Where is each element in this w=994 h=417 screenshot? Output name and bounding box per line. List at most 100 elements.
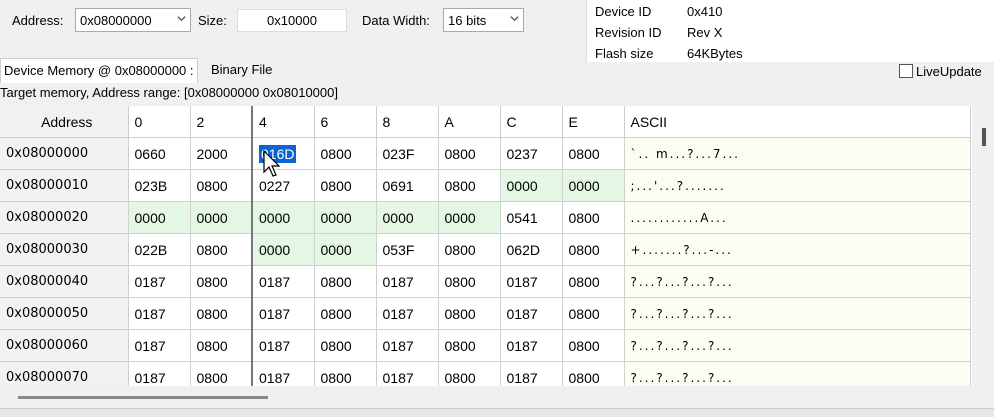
live-update-checkbox[interactable]: LiveUpdate bbox=[899, 64, 982, 79]
memory-cell[interactable]: 0187 bbox=[500, 329, 563, 362]
memory-cell[interactable]: 0000 bbox=[314, 233, 377, 266]
column-header[interactable]: 2 bbox=[190, 106, 253, 138]
table-row[interactable]: 0x08000030 022B 0800 0000 0000 053F 0800 062D 08… bbox=[0, 233, 971, 266]
memory-cell[interactable]: 0800 bbox=[190, 329, 253, 362]
column-header[interactable]: C bbox=[500, 106, 563, 138]
ascii-cell[interactable]: ............A... bbox=[624, 201, 971, 234]
memory-cell[interactable]: 0800 bbox=[438, 137, 501, 170]
ascii-cell[interactable]: ?...?...?...?... bbox=[624, 265, 971, 298]
table-row[interactable]: 0x08000000 0660 2000 016D 0800 023F 0800 0237 08… bbox=[0, 137, 971, 170]
horizontal-scrollbar[interactable] bbox=[0, 388, 976, 406]
address-combobox[interactable]: 0x08000000 bbox=[75, 8, 191, 32]
memory-cell[interactable]: 0187 bbox=[376, 265, 439, 298]
column-header[interactable]: 4 bbox=[251, 106, 315, 138]
memory-cell[interactable]: 0187 bbox=[500, 265, 563, 298]
data-width-combobox[interactable]: 16 bits bbox=[443, 8, 524, 32]
memory-cell[interactable]: 0800 bbox=[438, 265, 501, 298]
memory-cell[interactable]: 023B bbox=[128, 169, 191, 202]
memory-cell[interactable]: 0000 bbox=[190, 201, 253, 234]
table-row[interactable]: 0x08000010 023B 0800 0227 0800 0691 0800 0000 00… bbox=[0, 169, 971, 202]
memory-cell[interactable]: 0800 bbox=[314, 297, 377, 330]
ascii-cell[interactable]: +.......?...-... bbox=[624, 233, 971, 266]
memory-cell[interactable]: 023F bbox=[376, 137, 439, 170]
memory-cell[interactable]: 062D bbox=[500, 233, 563, 266]
memory-cell[interactable]: 0800 bbox=[562, 233, 625, 266]
tab-device-memory[interactable]: Device Memory @ 0x08000000 : bbox=[0, 58, 198, 83]
table-row[interactable]: 0x08000040 0187 0800 0187 0800 0187 0800 0187 08… bbox=[0, 265, 971, 298]
memory-cell[interactable]: 0800 bbox=[314, 169, 377, 202]
memory-cell[interactable]: 0227 bbox=[251, 169, 315, 202]
memory-cell[interactable]: 0000 bbox=[562, 169, 625, 202]
memory-cell[interactable]: 0800 bbox=[438, 297, 501, 330]
memory-cell[interactable]: 0187 bbox=[251, 265, 315, 298]
memory-cell[interactable]: 0800 bbox=[314, 361, 377, 386]
memory-cell[interactable]: 0187 bbox=[128, 329, 191, 362]
tab-binary-file[interactable]: Binary File bbox=[208, 58, 275, 82]
memory-cell[interactable]: 022B bbox=[128, 233, 191, 266]
memory-cell[interactable]: 0187 bbox=[251, 329, 315, 362]
ascii-cell[interactable]: ?...?...?...?... bbox=[624, 329, 971, 362]
scroll-thumb[interactable] bbox=[18, 396, 268, 399]
column-header[interactable]: 8 bbox=[376, 106, 439, 138]
memory-cell[interactable]: 0800 bbox=[438, 233, 501, 266]
memory-cell[interactable]: 0000 bbox=[376, 201, 439, 234]
memory-cell[interactable]: 0800 bbox=[562, 201, 625, 234]
memory-cell[interactable]: 0800 bbox=[562, 361, 625, 386]
memory-cell[interactable]: 0800 bbox=[190, 297, 253, 330]
memory-cell[interactable]: 0187 bbox=[251, 297, 315, 330]
memory-cell[interactable]: 0800 bbox=[314, 137, 377, 170]
table-row[interactable]: 0x08000070 0187 0800 0187 0800 0187 0800 0187 08… bbox=[0, 361, 971, 386]
memory-cell[interactable]: 016D bbox=[251, 137, 315, 170]
memory-cell[interactable]: 0800 bbox=[190, 361, 253, 386]
memory-cell[interactable]: 0000 bbox=[314, 201, 377, 234]
memory-cell[interactable]: 0000 bbox=[500, 169, 563, 202]
memory-cell[interactable]: 0800 bbox=[438, 329, 501, 362]
ascii-cell[interactable]: ;...'...?....... bbox=[624, 169, 971, 202]
memory-cell[interactable]: 0800 bbox=[190, 233, 253, 266]
memory-cell[interactable]: 0000 bbox=[251, 201, 315, 234]
column-header[interactable]: E bbox=[562, 106, 625, 138]
memory-cell[interactable]: 0800 bbox=[190, 169, 253, 202]
memory-cell[interactable]: 0800 bbox=[562, 265, 625, 298]
table-row[interactable]: 0x08000050 0187 0800 0187 0800 0187 0800 0187 08… bbox=[0, 297, 971, 330]
table-row[interactable]: 0x08000060 0187 0800 0187 0800 0187 0800 0187 08… bbox=[0, 329, 971, 362]
column-header[interactable]: 0 bbox=[128, 106, 191, 138]
memory-cell[interactable]: 0800 bbox=[314, 265, 377, 298]
memory-cell[interactable]: 0187 bbox=[376, 297, 439, 330]
column-header[interactable]: A bbox=[438, 106, 501, 138]
ascii-cell[interactable]: ?...?...?...?... bbox=[624, 361, 971, 386]
memory-cell[interactable]: 0000 bbox=[438, 201, 501, 234]
memory-cell[interactable]: 0691 bbox=[376, 169, 439, 202]
memory-cell[interactable]: 0800 bbox=[190, 265, 253, 298]
memory-cell[interactable]: 2000 bbox=[190, 137, 253, 170]
vertical-scrollbar[interactable] bbox=[976, 106, 994, 386]
column-header[interactable]: ASCII bbox=[624, 106, 971, 138]
memory-grid[interactable]: Address 0 2 4 6 8 A C E ASCII 0x08000000… bbox=[0, 106, 972, 386]
memory-cell[interactable]: 0800 bbox=[438, 169, 501, 202]
memory-cell[interactable]: 0000 bbox=[251, 233, 315, 266]
scroll-thumb[interactable] bbox=[982, 128, 986, 146]
memory-cell[interactable]: 0660 bbox=[128, 137, 191, 170]
memory-cell[interactable]: 0800 bbox=[314, 329, 377, 362]
memory-cell[interactable]: 0800 bbox=[438, 361, 501, 386]
ascii-cell[interactable]: `.. m...?...7... bbox=[624, 137, 971, 170]
size-field[interactable]: 0x10000 bbox=[237, 9, 347, 32]
table-row[interactable]: 0x08000020 0000 0000 0000 0000 0000 0000 0541 08… bbox=[0, 201, 971, 234]
memory-cell[interactable]: 0187 bbox=[128, 265, 191, 298]
memory-cell[interactable]: 0187 bbox=[128, 297, 191, 330]
memory-cell[interactable]: 0187 bbox=[500, 361, 563, 386]
memory-cell[interactable]: 0800 bbox=[562, 297, 625, 330]
memory-cell[interactable]: 0187 bbox=[251, 361, 315, 386]
memory-cell[interactable]: 0541 bbox=[500, 201, 563, 234]
memory-cell[interactable]: 053F bbox=[376, 233, 439, 266]
memory-cell[interactable]: 0187 bbox=[500, 297, 563, 330]
memory-cell[interactable]: 0000 bbox=[128, 201, 191, 234]
memory-cell[interactable]: 0800 bbox=[562, 329, 625, 362]
memory-cell[interactable]: 0187 bbox=[376, 361, 439, 386]
memory-cell[interactable]: 0187 bbox=[376, 329, 439, 362]
memory-cell[interactable]: 0800 bbox=[562, 137, 625, 170]
column-header[interactable]: Address bbox=[0, 106, 129, 138]
memory-cell[interactable]: 0187 bbox=[128, 361, 191, 386]
ascii-cell[interactable]: ?...?...?...?... bbox=[624, 297, 971, 330]
memory-cell[interactable]: 0237 bbox=[500, 137, 563, 170]
